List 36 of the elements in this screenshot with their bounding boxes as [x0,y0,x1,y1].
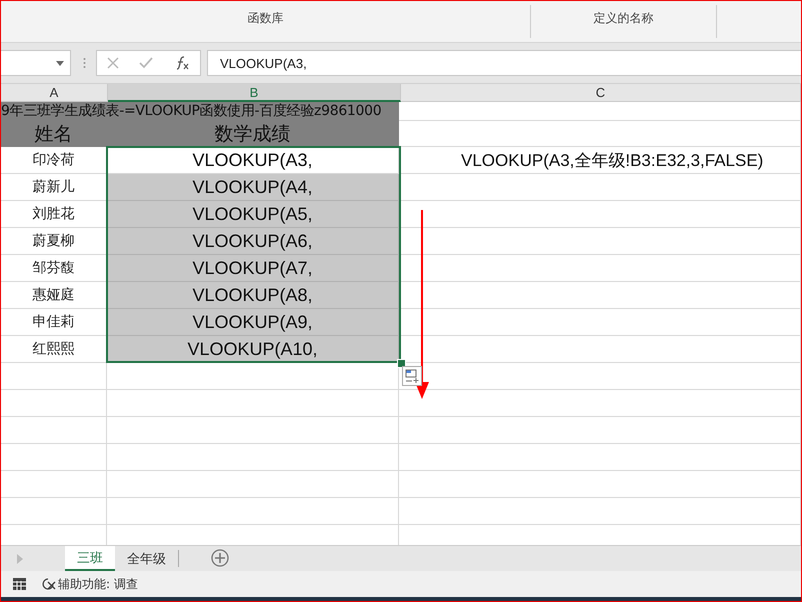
table-cell: VLOOKUP(A3,全年级!B3:E32,3,FALSE) [399,147,801,174]
table-cell: 印冷荷 [1,147,107,174]
formula-input[interactable]: VLOOKUP(A3, [207,50,801,76]
header-cell: 姓名 [1,121,107,147]
table-cell: VLOOKUP(A10, [107,336,399,363]
table-cell: VLOOKUP(A6, [107,228,399,255]
paste-options-icon[interactable] [402,366,422,386]
grip-icon [83,57,86,69]
table-cell: VLOOKUP(A7, [107,255,399,282]
dropdown-caret-icon[interactable] [56,60,64,66]
sheet-tab[interactable]: 全年级 [115,546,178,571]
table-cell: VLOOKUP(A4, [107,174,399,201]
table-cell: VLOOKUP(A8, [107,282,399,309]
check-icon[interactable] [139,57,154,69]
ribbon-group-label: 函数库 [248,10,284,27]
add-sheet-icon[interactable] [211,549,229,567]
status-text[interactable]: 辅助功能: 调查 [58,576,138,592]
table-cell: 蔚新儿 [1,174,107,201]
table-cell: 申佳莉 [1,309,107,336]
column-header[interactable]: C [401,84,801,102]
table-cell: 刘胜花 [1,201,107,228]
table-cell: VLOOKUP(A9, [107,309,399,336]
table-cell: VLOOKUP(A5, [107,201,399,228]
title-cell: 9年三班学生成绩表-=VLOOKUP函数使用-百度经验z9861000 [1,102,399,121]
ribbon-group-label: 定义的名称 [594,10,654,27]
sheet-view-icon[interactable] [13,578,26,590]
column-header[interactable]: A [1,84,108,102]
table-cell: 邹芬馥 [1,255,107,282]
fill-handle[interactable] [397,359,406,368]
table-cell: 惠娅庭 [1,282,107,309]
header-cell: 数学成绩 [107,121,399,147]
accessibility-icon[interactable] [42,577,56,591]
column-header[interactable]: B [108,84,401,102]
sheet-tab[interactable]: 三班 [65,546,115,571]
table-cell: 红熙熙 [1,336,107,363]
table-cell: 蔚夏柳 [1,228,107,255]
